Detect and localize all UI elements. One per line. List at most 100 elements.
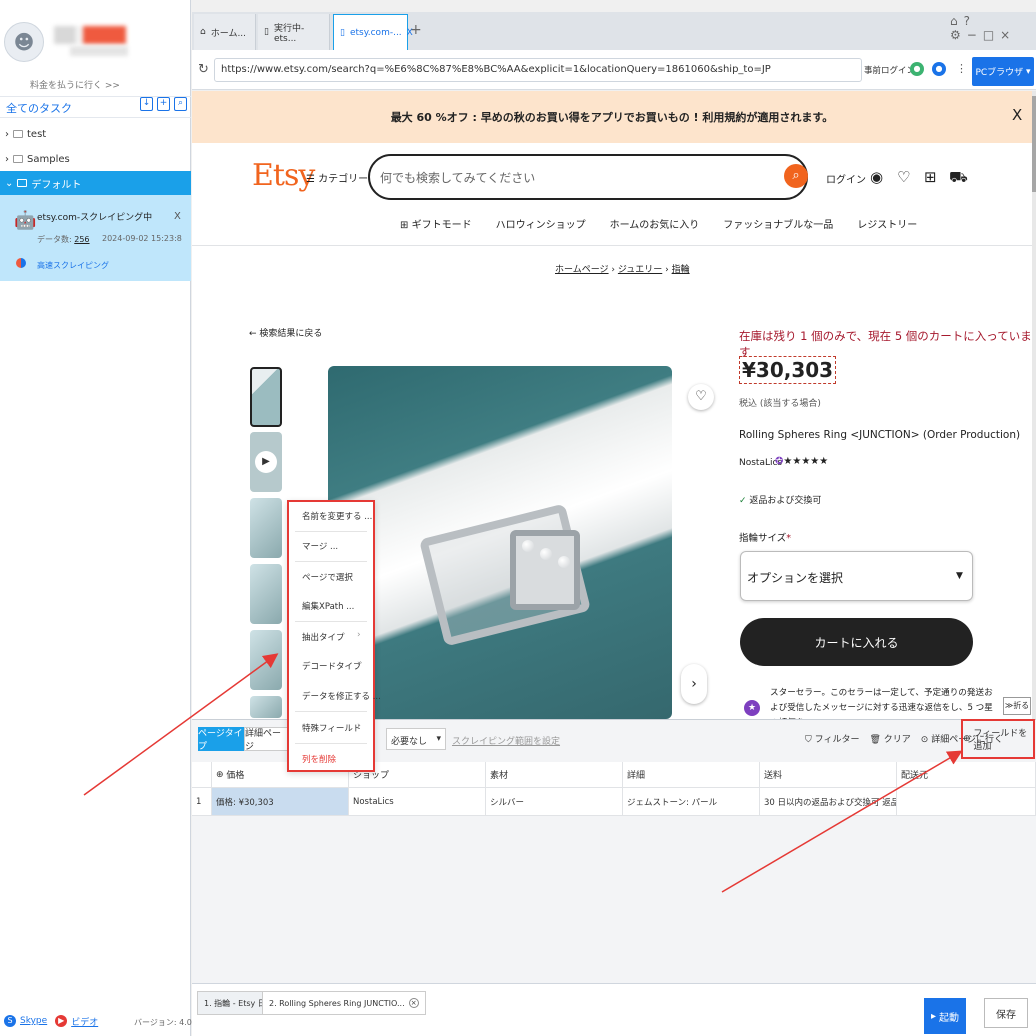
extension-icon[interactable]: ● [910,62,924,76]
subnav-fashion[interactable]: ファッショナブルな一品 [723,216,833,231]
tab-etsy[interactable]: ▯ etsy.com-... X [333,14,413,50]
search-task-icon[interactable]: ⌕ [174,97,187,111]
search-button[interactable]: ⌕ [784,164,808,188]
video-link[interactable]: ビデオ [71,1015,98,1028]
tab-running[interactable]: ▯ 実行中-ets... [258,14,330,50]
filter-button[interactable]: ⛉ フィルター [805,732,859,745]
menu-item-special-field[interactable]: 特殊フィールド [302,722,361,734]
back-to-results-link[interactable]: ← 検索結果に戻る [249,326,322,339]
breadcrumb-home[interactable]: ホームページ [555,265,609,275]
maximize-icon[interactable]: □ [983,28,1000,42]
banner-close-button[interactable]: X [1012,106,1022,124]
robot-icon: 🤖 [14,210,37,231]
help-icon[interactable]: ? [964,14,976,28]
table-header-material[interactable]: 素材 [486,762,623,788]
add-to-cart-button[interactable]: カートに入れる [740,618,973,666]
thumbnail[interactable] [250,630,282,690]
next-image-chevron-icon[interactable]: › [681,664,707,704]
more-icon[interactable]: ⋮ [956,62,967,75]
task-name[interactable]: etsy.com-スクレイピング中 [37,210,152,223]
page-tab-2[interactable]: 2. Rolling Spheres Ring JUNCTIO... × [262,991,426,1015]
menu-item-modify-data[interactable]: データを修正する ... [302,690,381,702]
gift-icon: ⊞ [400,220,409,231]
heart-icon[interactable]: ♡ [897,168,910,186]
tree-item-default[interactable]: ⌄ デフォルト [0,171,191,195]
drag-handle-icon[interactable]: ⊕ [216,770,224,780]
table-cell[interactable]: シルバー [486,788,623,816]
start-button[interactable]: ▸ 起動 [924,998,966,1034]
menu-item-rename[interactable]: 名前を変更する ... [302,510,372,522]
table-cell[interactable] [897,788,1036,816]
avatar[interactable]: ☻ [4,22,44,62]
scrollbar-thumb[interactable] [1032,96,1036,192]
close-icon[interactable]: × [1000,28,1016,42]
fold-button[interactable]: ≫折る [1003,697,1031,715]
minimize-icon[interactable]: − [967,28,983,42]
table-cell[interactable]: ジェムストーン: パール [623,788,760,816]
tree-item-samples[interactable]: › Samples [0,147,191,171]
thumbnail[interactable] [250,564,282,624]
skype-link[interactable]: Skype [20,1016,47,1026]
gift-icon[interactable]: ⌂ [950,14,964,28]
table-header-shipping[interactable]: 送料 [760,762,897,788]
close-icon[interactable]: × [408,998,419,1008]
fast-scrape-link[interactable]: 高速スクレイピング [37,260,109,271]
requirement-select[interactable]: 必要なし ▾ [386,728,446,750]
subnav-registry[interactable]: レジストリー [857,216,917,231]
import-icon[interactable]: ↓ [140,97,153,111]
etsy-logo[interactable]: Etsy [252,158,315,193]
url-input[interactable]: https://www.etsy.com/search?q=%E6%8C%87%… [214,58,862,82]
pc-browser-select[interactable]: PCブラウザ ▾ [972,57,1034,86]
menu-item-extract-type[interactable]: 抽出タイプ [302,631,345,643]
save-button[interactable]: 保存 [984,998,1028,1028]
clear-button[interactable]: 🗑 クリア [869,732,910,745]
menu-separator [295,621,367,622]
menu-item-select-in-page[interactable]: ページで選択 [302,571,353,583]
table-cell[interactable]: 価格: ¥30,303 [212,788,349,816]
table-cell[interactable]: NostaLics [349,788,486,816]
menu-item-decode-type[interactable]: デコードタイプ [302,660,362,672]
all-tasks-title[interactable]: 全てのタスク [6,100,72,116]
page-type-button[interactable]: ページタイプ [198,727,244,752]
thumbnail[interactable] [250,367,282,427]
video-thumbnail[interactable]: ▶ [250,432,282,492]
subnav-home-favorites[interactable]: ホームのお気に入り [610,216,700,231]
settings-icon[interactable]: ⚙ [950,28,967,42]
favorite-heart-icon[interactable]: ♡ [688,384,714,410]
gift-icon[interactable]: ⊞ [924,168,937,186]
scrape-range-link[interactable]: スクレイピング範囲を設定 [452,734,560,747]
subnav-gift-mode[interactable]: ⊞ ギフトモード [400,216,472,231]
data-count-value[interactable]: 256 [74,235,89,244]
breadcrumb-jewelry[interactable]: ジュエリー [618,265,662,275]
thumbnail[interactable] [250,696,282,718]
detail-page-button[interactable]: 詳細ページ [244,727,288,752]
tab-home[interactable]: ⌂ ホーム... [194,14,256,50]
tree-item-test[interactable]: › test [0,122,191,146]
window-controls[interactable]: ⌂?⚙−□× [950,14,1036,42]
add-field-button[interactable]: ⊕ フィールドを追加 [961,719,1035,759]
reload-icon[interactable]: ↻ [198,62,209,77]
pre-login-button[interactable]: 事前ログイン [864,64,915,76]
task-close-button[interactable]: X [174,211,181,222]
menu-item-delete-column[interactable]: 列を削除 [302,753,336,765]
new-tab-button[interactable]: + [410,22,422,38]
table-cell[interactable]: 30 日以内の返品および交換可 返品送料は... [760,788,897,816]
search-input[interactable]: 何でも検索してみてください [368,154,808,200]
breadcrumb-rings[interactable]: 指輪 [672,265,690,275]
add-task-icon[interactable]: + [157,97,170,111]
user-agent-icon[interactable]: ● [932,62,946,76]
table-header-details[interactable]: 詳細 [623,762,760,788]
login-link[interactable]: ログイン [826,171,866,186]
subnav-halloween[interactable]: ハロウィンショップ [496,216,586,231]
cart-icon[interactable]: ⛟ [949,168,968,188]
chevron-right-icon: › [357,630,361,640]
subnav-label: ギフトモード [411,220,472,231]
table-header-origin[interactable]: 配送元 [897,762,1036,788]
category-menu[interactable]: ☰ カテゴリー [306,170,368,185]
menu-item-edit-xpath[interactable]: 編集XPath ... [302,600,354,612]
record-icon[interactable]: ◉ [870,168,883,186]
ring-size-select[interactable]: オプションを選択 [740,551,973,601]
thumbnail[interactable] [250,498,282,558]
menu-item-merge[interactable]: マージ ... [302,540,338,552]
pay-link[interactable]: 料金を払うに行く >> [0,78,150,91]
